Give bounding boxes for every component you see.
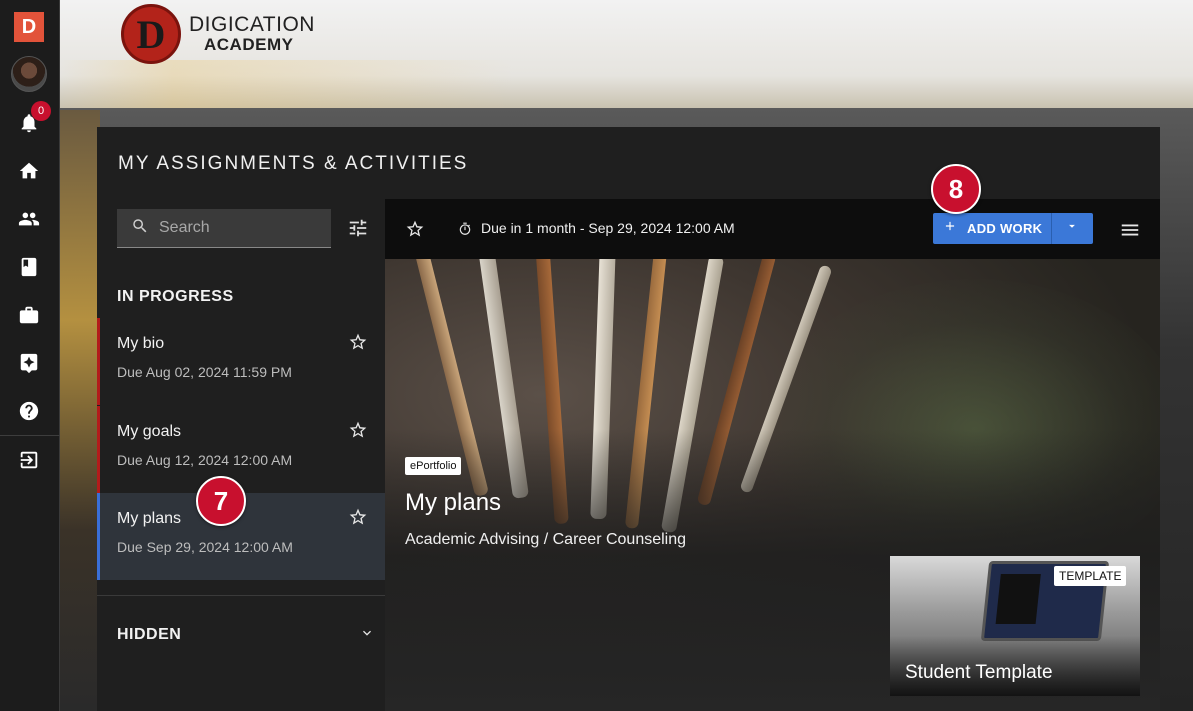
brand-name-line2: ACADEMY (204, 35, 294, 55)
plus-icon (943, 219, 957, 238)
template-title: Student Template (905, 662, 1053, 683)
caret-down-icon (1065, 219, 1079, 238)
sidebar: D 0 (0, 0, 60, 711)
app-logo[interactable]: D (14, 12, 44, 42)
star-icon[interactable] (348, 420, 370, 442)
item-due-date: Due Aug 02, 2024 11:59 PM (117, 364, 292, 380)
assignment-hero: ePortfolio My plans Academic Advising / … (385, 259, 1160, 711)
detail-toolbar: Due in 1 month - Sep 29, 2024 12:00 AM A… (385, 199, 1160, 259)
eportfolio-tag: ePortfolio (405, 457, 462, 475)
background-glow (60, 110, 100, 711)
clock-icon (458, 222, 472, 236)
brand-text: DIGICATION ACADEMY (189, 13, 315, 55)
step-marker-8: 8 (931, 164, 981, 214)
avatar[interactable] (11, 56, 47, 92)
item-title: My bio (117, 335, 165, 352)
page-title: MY ASSIGNMENTS & ACTIVITIES (118, 153, 469, 174)
in-progress-heading: IN PROGRESS (117, 288, 234, 305)
assignment-subtitle: Academic Advising / Career Counseling (405, 531, 687, 548)
brand-logo[interactable]: D DIGICATION ACADEMY (121, 4, 315, 64)
hidden-heading[interactable]: HIDDEN (117, 626, 181, 644)
list-item-my-goals[interactable]: My goals Due Aug 12, 2024 12:00 AM (97, 406, 385, 493)
item-due-date: Due Sep 29, 2024 12:00 AM (117, 539, 293, 555)
brand-name-line1: DIGICATION (189, 13, 315, 37)
sidebar-divider (0, 435, 60, 436)
assignments-card: MY ASSIGNMENTS & ACTIVITIES IN PROGRESS … (97, 127, 1160, 711)
student-template-card[interactable]: TEMPLATE Student Template (890, 556, 1140, 696)
assignment-list: IN PROGRESS My bio Due Aug 02, 2024 11:5… (97, 199, 385, 711)
book-icon[interactable] (16, 254, 42, 280)
search-field[interactable] (117, 209, 331, 248)
template-badge: TEMPLATE (1054, 566, 1127, 586)
star-icon[interactable] (348, 332, 370, 354)
list-item-my-bio[interactable]: My bio Due Aug 02, 2024 11:59 PM (97, 318, 385, 405)
logout-icon[interactable] (16, 447, 42, 473)
search-input[interactable] (159, 219, 329, 237)
notification-badge: 0 (31, 101, 51, 121)
sparkle-icon[interactable] (16, 350, 42, 376)
add-work-button[interactable]: ADD WORK (933, 213, 1052, 244)
add-work-label: ADD WORK (967, 221, 1043, 236)
brand-mark: D (121, 4, 181, 64)
filter-sliders-icon[interactable] (347, 217, 369, 239)
chevron-down-icon[interactable] (359, 625, 375, 641)
add-work-dropdown[interactable] (1052, 213, 1092, 244)
hamburger-menu-icon[interactable] (1119, 219, 1141, 241)
list-divider (97, 595, 385, 596)
assignment-title: My plans (405, 489, 502, 516)
due-date-text: Due in 1 month - Sep 29, 2024 12:00 AM (481, 220, 735, 236)
search-icon (131, 217, 149, 240)
help-icon[interactable] (16, 398, 42, 424)
home-icon[interactable] (16, 158, 42, 184)
star-icon[interactable] (348, 507, 370, 529)
item-due-date: Due Aug 12, 2024 12:00 AM (117, 452, 293, 468)
star-icon[interactable] (405, 219, 427, 241)
step-marker-7: 7 (196, 476, 246, 526)
people-icon[interactable] (16, 206, 42, 232)
briefcase-icon[interactable] (16, 302, 42, 328)
add-work-button-group: ADD WORK (933, 213, 1093, 244)
item-title: My plans (117, 510, 182, 527)
laptop-screen (995, 574, 1041, 624)
item-title: My goals (117, 423, 182, 440)
